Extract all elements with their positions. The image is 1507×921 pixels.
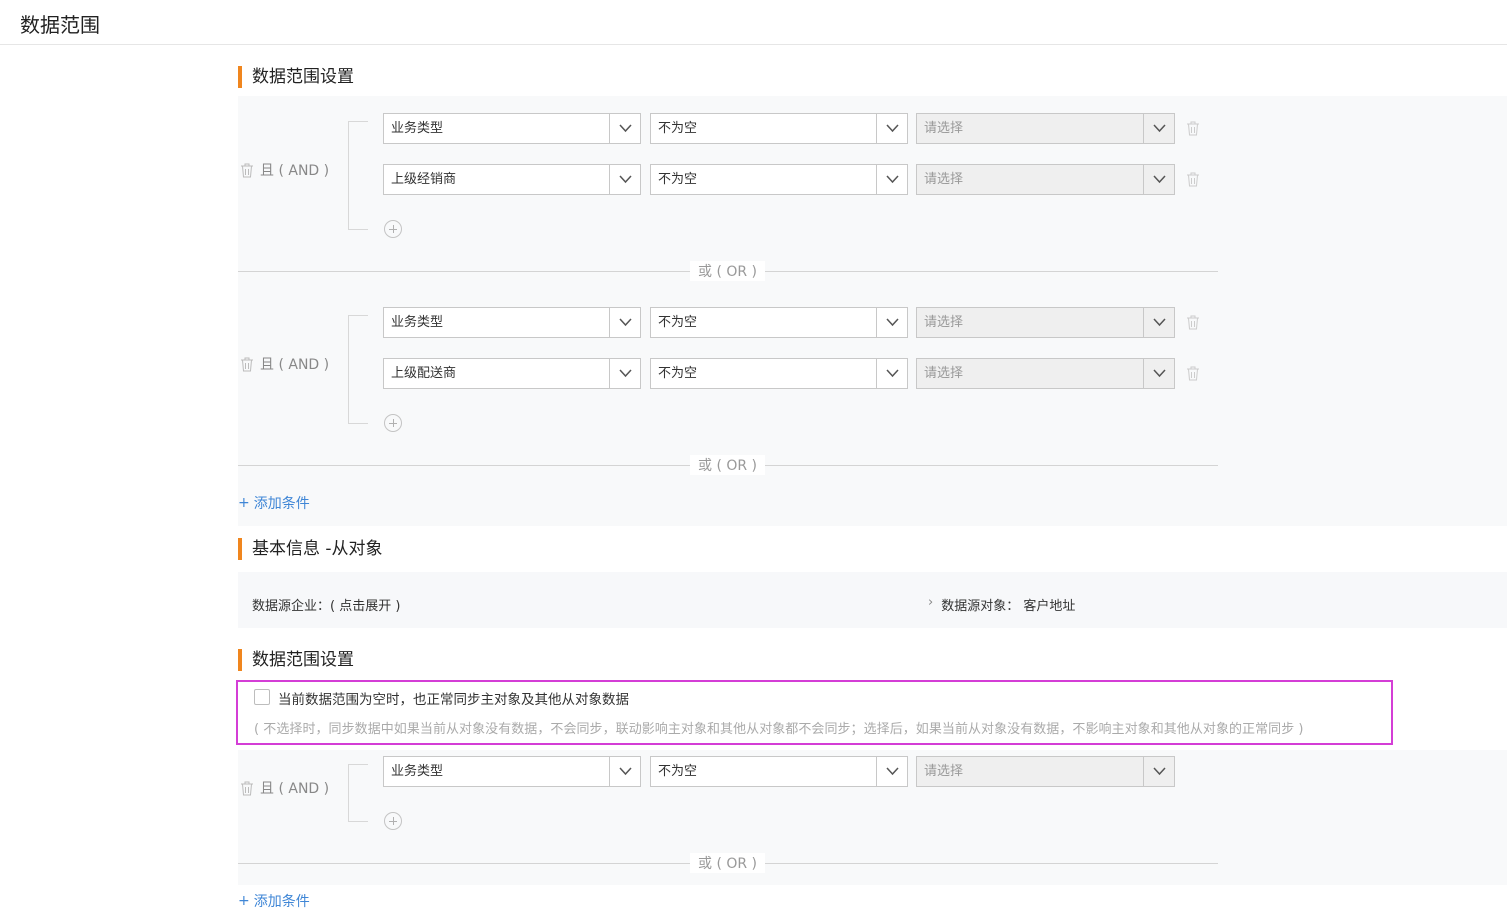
field-select[interactable]: 上级经销商 — [383, 164, 641, 195]
add-condition-link[interactable]: + 添加条件 — [238, 891, 310, 911]
and-group-label: 且 ( AND ) — [240, 354, 329, 374]
and-label-text: 且 ( AND ) — [260, 163, 330, 179]
delete-condition-icon[interactable] — [1186, 172, 1200, 187]
chevron-down-icon — [1143, 165, 1174, 194]
section-title-scope: 数据范围设置 — [238, 66, 354, 88]
value-select[interactable]: 请选择 — [916, 358, 1175, 389]
value-select[interactable]: 请选择 — [916, 307, 1175, 338]
delete-group-icon[interactable] — [240, 163, 254, 178]
chevron-down-icon — [876, 757, 907, 786]
chevron-down-icon — [1143, 308, 1174, 337]
chevron-down-icon — [1143, 757, 1174, 786]
section-title-scope-2: 数据范围设置 — [238, 649, 354, 671]
and-group-label: 且 ( AND ) — [240, 778, 329, 798]
operator-select[interactable]: 不为空 — [650, 164, 908, 195]
add-condition-plus-icon[interactable] — [384, 812, 402, 830]
checkbox-note: ( 不选择时，同步数据中如果当前从对象没有数据，不会同步，联动影响主对象和其他从… — [254, 722, 1304, 737]
add-condition-plus-icon[interactable] — [384, 220, 402, 238]
and-group-label: 且 ( AND ) — [240, 160, 329, 180]
plus-icon: + — [238, 893, 250, 909]
delete-group-icon[interactable] — [240, 781, 254, 796]
delete-condition-icon[interactable] — [1186, 315, 1200, 330]
chevron-down-icon — [876, 114, 907, 143]
or-label: 或 ( OR ) — [690, 853, 766, 873]
value-select[interactable]: 请选择 — [916, 113, 1175, 144]
field-select[interactable]: 业务类型 — [383, 113, 641, 144]
page-header: 数据范围 — [0, 0, 1507, 45]
group-bracket — [348, 764, 368, 822]
delete-condition-icon[interactable] — [1186, 121, 1200, 136]
source-company[interactable]: 数据源企业：( 点击展开 ) — [252, 595, 400, 614]
basic-info-bar: 数据源企业：( 点击展开 ) › 数据源对象： 客户地址 — [238, 572, 1507, 628]
delete-condition-icon[interactable] — [1186, 366, 1200, 381]
operator-select[interactable]: 不为空 — [650, 113, 908, 144]
and-label-text: 且 ( AND ) — [260, 781, 330, 797]
delete-group-icon[interactable] — [240, 357, 254, 372]
empty-scope-checkbox[interactable] — [254, 689, 270, 705]
chevron-down-icon — [876, 165, 907, 194]
group-bracket — [348, 315, 368, 424]
chevron-down-icon — [1143, 359, 1174, 388]
or-label: 或 ( OR ) — [690, 455, 766, 475]
chevron-down-icon — [876, 359, 907, 388]
field-select[interactable]: 上级配送商 — [383, 358, 641, 389]
source-object: › 数据源对象： 客户地址 — [928, 595, 1076, 614]
chevron-down-icon — [609, 308, 640, 337]
chevron-down-icon — [609, 757, 640, 786]
add-condition-link[interactable]: + 添加条件 — [238, 493, 310, 513]
section-title-basic-info: 基本信息 -从对象 — [238, 538, 383, 560]
operator-select[interactable]: 不为空 — [650, 307, 908, 338]
and-label-text: 且 ( AND ) — [260, 357, 330, 373]
operator-select[interactable]: 不为空 — [650, 756, 908, 787]
or-label: 或 ( OR ) — [690, 261, 766, 281]
chevron-right-icon[interactable]: › — [928, 595, 933, 614]
group-bracket — [348, 121, 368, 230]
value-select[interactable]: 请选择 — [916, 756, 1175, 787]
field-select[interactable]: 业务类型 — [383, 307, 641, 338]
field-select[interactable]: 业务类型 — [383, 756, 641, 787]
add-condition-plus-icon[interactable] — [384, 414, 402, 432]
chevron-down-icon — [609, 359, 640, 388]
chevron-down-icon — [609, 165, 640, 194]
chevron-down-icon — [609, 114, 640, 143]
operator-select[interactable]: 不为空 — [650, 358, 908, 389]
chevron-down-icon — [876, 308, 907, 337]
plus-icon: + — [238, 495, 250, 511]
checkbox-label: 当前数据范围为空时，也正常同步主对象及其他从对象数据 — [278, 692, 629, 708]
value-select[interactable]: 请选择 — [916, 164, 1175, 195]
chevron-down-icon — [1143, 114, 1174, 143]
page-title: 数据范围 — [20, 13, 100, 37]
